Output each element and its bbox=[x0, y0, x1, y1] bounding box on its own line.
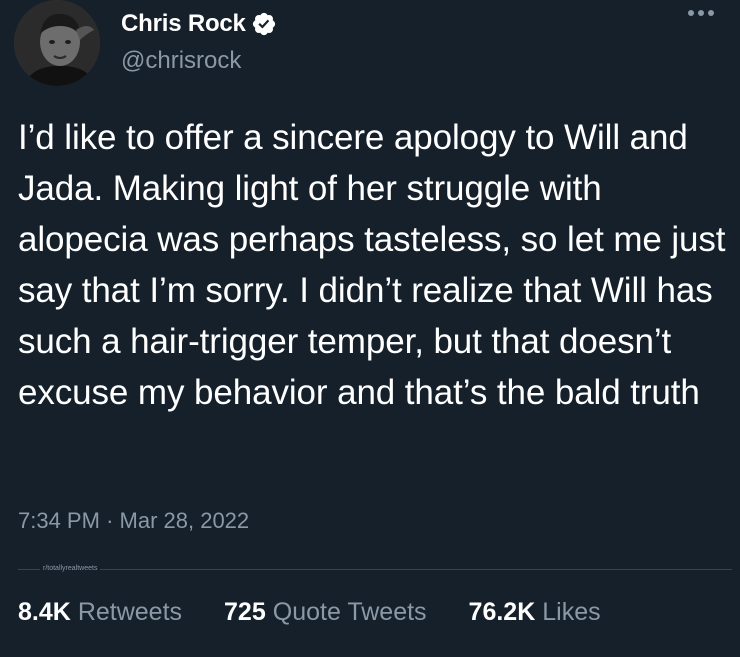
tweet-timestamp[interactable]: 7:34 PM · Mar 28, 2022 bbox=[18, 508, 249, 534]
tweet-card: Chris Rock @chrisrock I’d like to offer … bbox=[0, 0, 740, 657]
engagement-stats: 8.4K Retweets 725 Quote Tweets 76.2K Lik… bbox=[18, 598, 601, 627]
dot bbox=[698, 10, 704, 16]
retweets-label: Retweets bbox=[77, 598, 183, 626]
retweets-count: 8.4K bbox=[18, 598, 71, 626]
quote-tweets-label: Quote Tweets bbox=[272, 598, 427, 626]
profile-photo-icon bbox=[14, 0, 100, 86]
author-handle[interactable]: @chrisrock bbox=[121, 47, 241, 75]
author-name-row[interactable]: Chris Rock bbox=[121, 10, 277, 38]
watermark: r/totallyrealtweets bbox=[40, 564, 101, 574]
tweet-time: 7:34 PM bbox=[18, 508, 100, 533]
more-options-icon[interactable] bbox=[688, 10, 728, 30]
quote-tweets-stat[interactable]: 725 Quote Tweets bbox=[224, 598, 427, 627]
dot bbox=[708, 10, 714, 16]
divider bbox=[18, 569, 732, 570]
dot bbox=[688, 10, 694, 16]
likes-label: Likes bbox=[542, 598, 601, 626]
verified-badge-icon bbox=[252, 12, 275, 36]
avatar[interactable] bbox=[14, 0, 100, 86]
timestamp-separator: · bbox=[106, 508, 114, 533]
likes-stat[interactable]: 76.2K Likes bbox=[469, 598, 601, 627]
quote-tweets-count: 725 bbox=[224, 598, 266, 626]
display-name[interactable]: Chris Rock bbox=[121, 10, 246, 38]
tweet-date: Mar 28, 2022 bbox=[119, 508, 250, 533]
tweet-text: I’d like to offer a sincere apology to W… bbox=[18, 118, 726, 412]
likes-count: 76.2K bbox=[468, 598, 536, 626]
retweets-stat[interactable]: 8.4K Retweets bbox=[18, 598, 182, 627]
